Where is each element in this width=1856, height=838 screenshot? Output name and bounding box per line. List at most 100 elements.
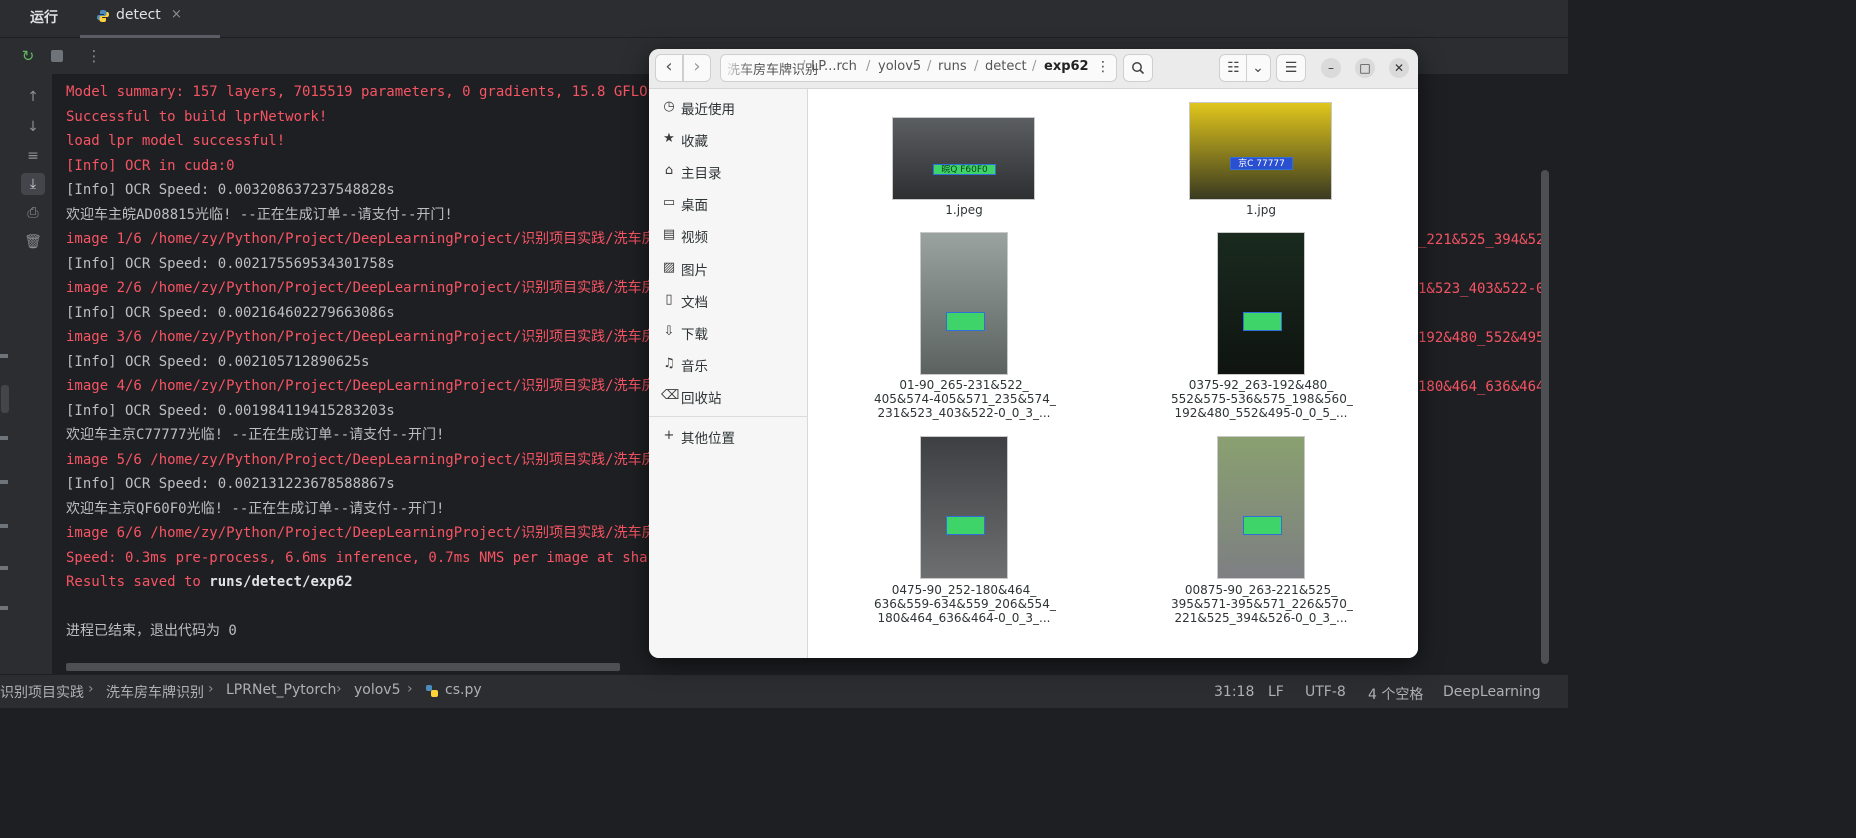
minimize-icon[interactable]: –	[1321, 58, 1341, 78]
image-thumbnail[interactable]	[1217, 232, 1305, 375]
vertical-scrollbar[interactable]	[1541, 170, 1549, 664]
caret-position[interactable]: 31:18	[1214, 684, 1254, 700]
stripe-mark-icon[interactable]	[0, 436, 8, 440]
file-encoding[interactable]: UTF-8	[1305, 684, 1346, 700]
sidebar-item[interactable]: ♫ 音乐	[649, 348, 808, 380]
file-name[interactable]: 01-90_265-231&522_ 405&574-405&571_235&57…	[874, 378, 1056, 420]
breadcrumb-item[interactable]: 识别项目实践	[0, 682, 84, 702]
scroll-to-end-icon[interactable]: ⤓	[21, 173, 45, 195]
file-name-line: 180&464_636&464-0_0_3_...	[877, 611, 1051, 625]
results-path-link[interactable]: runs/detect/exp62	[209, 574, 352, 590]
stripe-mark-icon[interactable]	[0, 354, 8, 358]
console-line: 欢迎车主皖AD08815光临! --正在生成订单--请支付--开门!	[66, 206, 453, 223]
sidebar-item[interactable]: ◷ 最近使用	[649, 91, 808, 123]
stop-icon[interactable]	[47, 46, 67, 66]
file-name-line: 552&575-536&575_198&560_	[1171, 392, 1353, 406]
chevron-right-icon: ›	[407, 681, 413, 697]
plus-icon: +	[663, 428, 675, 443]
stripe-mark-icon[interactable]	[0, 566, 8, 570]
breadcrumb-item[interactable]: 洗车房车牌识别	[106, 682, 204, 702]
file-name[interactable]: 00875-90_263-221&525_ 395&571-395&571_226…	[1171, 583, 1353, 625]
print-icon[interactable]: ⎙	[21, 202, 45, 224]
stripe-mark-icon[interactable]	[0, 524, 8, 528]
home-icon: ⌂	[664, 163, 674, 179]
path-segment[interactable]: detect	[985, 59, 1027, 74]
indent-setting[interactable]: 4 个空格	[1368, 684, 1423, 704]
sidebar-item[interactable]: ⇩ 下载	[649, 316, 808, 348]
stripe-active-icon[interactable]	[1, 385, 9, 413]
soft-wrap-icon[interactable]: ≡	[21, 145, 45, 167]
sidebar-item[interactable]: ▨ 图片	[649, 252, 808, 284]
hamburger-menu-icon[interactable]: ☰	[1276, 54, 1306, 82]
arrow-down-icon[interactable]: ↓	[21, 116, 45, 138]
sidebar-item-label: 主目录	[681, 166, 722, 183]
file-name-line: 395&571-395&571_226&570_	[1171, 597, 1353, 611]
forward-button[interactable]: ›	[683, 54, 711, 82]
back-button[interactable]: ‹	[655, 54, 683, 82]
chevron-right-icon: ›	[336, 681, 342, 697]
arrow-up-icon[interactable]: ↑	[21, 86, 45, 108]
file-name-line: 636&559-634&559_206&554_	[874, 597, 1056, 611]
console-overflow-text: 192&480_552&495-	[1418, 330, 1542, 346]
console-line-results: Results saved to runs/detect/exp62	[66, 574, 353, 590]
path-fade	[721, 55, 751, 81]
file-name[interactable]: 0375-92_263-192&480_ 552&575-536&575_198&…	[1171, 378, 1353, 420]
console-line: Speed: 0.3ms pre-process, 6.6ms inferenc…	[66, 549, 648, 566]
path-segment[interactable]: yolov5	[878, 59, 921, 74]
sidebar-item[interactable]: ⌂ 主目录	[649, 155, 808, 187]
console-line: image 2/6 /home/zy/Python/Project/DeepLe…	[66, 280, 656, 296]
breadcrumb-item[interactable]: cs.py	[445, 682, 482, 698]
detection-box	[1243, 312, 1282, 331]
path-segment-current[interactable]: exp62	[1044, 59, 1089, 74]
places-sidebar: ◷ 最近使用 ★ 收藏 ⌂ 主目录 ▭ 桌面 ▤ 视频 ▨ 图片 ▯ 文档 ⇩ 下载 ♫ 音乐 ⌫ 回收站 + 其他位置	[649, 89, 808, 658]
path-segment[interactable]: LP...rch	[811, 59, 857, 74]
console-line: [Info] OCR Speed: 0.002131223678588867s	[66, 476, 395, 492]
desktop-icon: ▭	[662, 195, 676, 211]
tool-stripe	[0, 74, 14, 674]
console-line: image 1/6 /home/zy/Python/Project/DeepLe…	[66, 231, 656, 247]
line-ending[interactable]: LF	[1268, 684, 1284, 700]
sidebar-item[interactable]: ★ 收藏	[649, 123, 808, 155]
path-menu-icon[interactable]: ⋮	[1090, 54, 1116, 82]
console-overflow-text: 1&523_403&522-0_	[1418, 281, 1542, 297]
console-line: [Info] OCR Speed: 0.002175569534301758s	[66, 255, 395, 272]
image-thumbnail[interactable]	[920, 436, 1008, 579]
rerun-icon[interactable]: ↻	[18, 46, 38, 66]
sidebar-item[interactable]: ▤ 视频	[649, 219, 808, 251]
chevron-down-icon: ⌄	[1252, 60, 1264, 76]
document-icon: ▯	[665, 291, 673, 307]
file-name-line: 0475-90_252-180&464_	[891, 583, 1037, 597]
image-thumbnail[interactable]	[1217, 436, 1305, 579]
file-name[interactable]: 1.jpg	[1171, 203, 1351, 217]
path-segment[interactable]: runs	[938, 59, 967, 74]
sidebar-item[interactable]: + 其他位置	[649, 420, 808, 452]
stripe-mark-icon[interactable]	[0, 480, 8, 484]
console-side-toolbar: ↑ ↓ ≡ ⤓ ⎙ 🗑	[14, 74, 52, 674]
more-options-icon[interactable]: ⋮	[84, 46, 104, 66]
close-icon[interactable]: ×	[171, 7, 182, 22]
python-interpreter[interactable]: DeepLearning	[1443, 684, 1541, 700]
breadcrumb-item[interactable]: yolov5	[354, 682, 401, 698]
file-name[interactable]: 1.jpeg	[874, 203, 1054, 217]
file-name[interactable]: 0475-90_252-180&464_ 636&559-634&559_206&…	[874, 583, 1056, 625]
sidebar-item[interactable]: ⌫ 回收站	[649, 380, 808, 412]
maximize-icon[interactable]: □	[1355, 58, 1375, 78]
trash-icon[interactable]: 🗑	[21, 231, 45, 253]
sidebar-item[interactable]: ▭ 桌面	[649, 187, 808, 219]
console-line: [Info] OCR in cuda:0	[66, 157, 235, 174]
search-icon[interactable]	[1123, 54, 1153, 82]
image-thumbnail[interactable]: 皖Q F60F0	[892, 117, 1035, 200]
status-bar: 识别项目实践 › 洗车房车牌识别 › LPRNet_Pytorch › yolov5 › cs.…	[0, 674, 1568, 708]
view-mode-toggle[interactable]: ☷ ⌄	[1219, 54, 1271, 82]
breadcrumb-item[interactable]: LPRNet_Pytorch	[226, 682, 336, 698]
tab-detect[interactable]: detect ×	[80, 0, 220, 38]
horizontal-scrollbar[interactable]	[66, 663, 620, 671]
sidebar-item[interactable]: ▯ 文档	[649, 284, 808, 316]
close-icon[interactable]: ✕	[1389, 58, 1409, 78]
detection-box	[1243, 516, 1282, 535]
console-line: 欢迎车主京C77777光临! --正在生成订单--请支付--开门!	[66, 427, 445, 443]
image-thumbnail[interactable]: 京C 77777	[1189, 102, 1332, 200]
image-thumbnail[interactable]	[920, 232, 1008, 375]
stripe-mark-icon[interactable]	[0, 606, 8, 610]
sidebar-item-label: 回收站	[681, 390, 722, 407]
